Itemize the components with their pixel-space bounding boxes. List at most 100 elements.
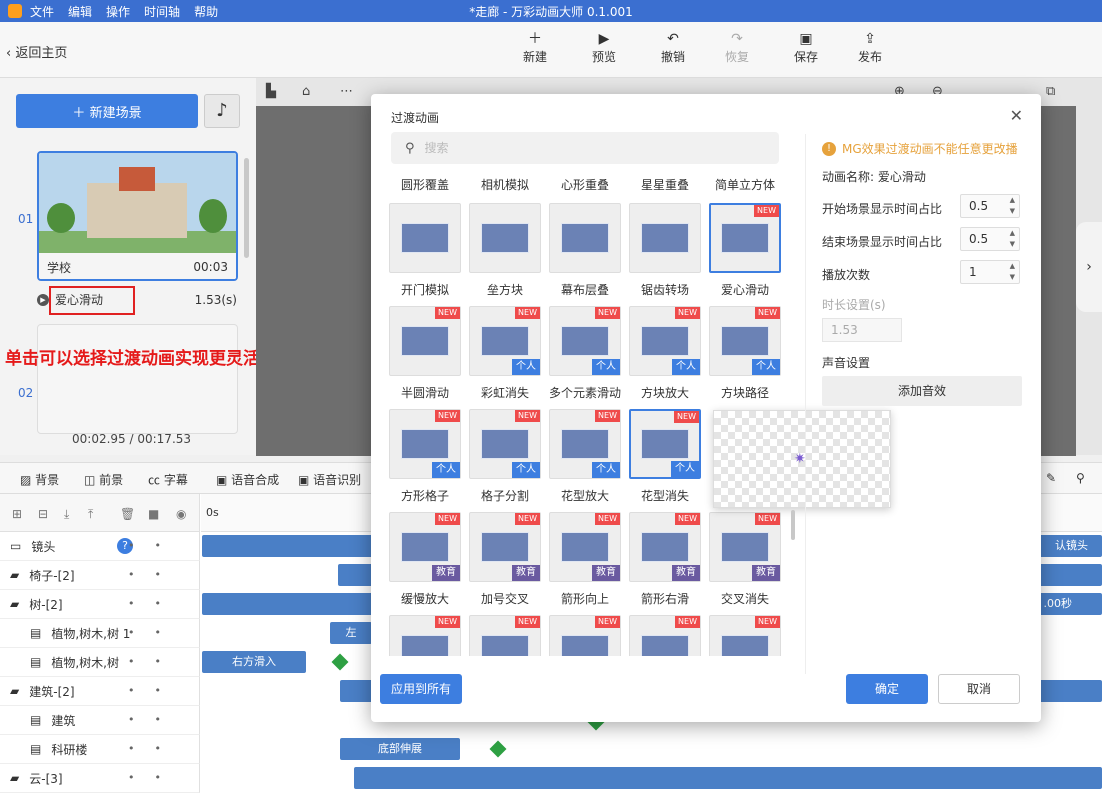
play-count-stepper[interactable]: 1 ▲ ▼ xyxy=(960,260,1020,284)
transition-item[interactable]: NEW 教育 加号交叉 xyxy=(469,512,541,607)
transition-item[interactable]: NEW 个人 方块路径 xyxy=(709,306,781,401)
stepper-arrows-icon[interactable]: ▲ ▼ xyxy=(1010,228,1015,250)
transition-thumbnail[interactable]: NEW xyxy=(709,203,781,273)
scene-card-2[interactable] xyxy=(37,324,238,434)
transition-thumbnail[interactable] xyxy=(469,203,541,273)
transition-thumbnail[interactable]: NEW xyxy=(469,615,541,656)
transition-thumbnail[interactable]: NEW 个人 xyxy=(549,409,621,479)
transition-item[interactable]: NEW xyxy=(389,615,461,656)
add-folder-icon[interactable]: ⊞ xyxy=(12,507,22,521)
menu-edit[interactable]: 编辑 xyxy=(68,3,92,20)
scene-card-1[interactable]: 学校 00:03 xyxy=(37,151,238,281)
transition-item[interactable]: NEW 教育 箭形向上 xyxy=(549,512,621,607)
search-box[interactable]: ⚲ xyxy=(391,132,779,164)
transition-item[interactable]: NEW 爱心滑动 xyxy=(709,203,781,298)
tab-asr[interactable]: ▣ 语音识别 xyxy=(298,471,361,488)
transition-thumbnail[interactable]: NEW 个人 xyxy=(629,409,701,479)
close-icon[interactable]: ✕ xyxy=(1010,106,1023,125)
music-icon[interactable]: ♪ xyxy=(204,94,240,128)
transition-thumbnail[interactable]: NEW 教育 xyxy=(549,512,621,582)
menu-help[interactable]: 帮助 xyxy=(194,3,218,20)
track-row[interactable]: ▰ 椅子-[2] •• xyxy=(0,561,200,590)
transition-thumbnail[interactable] xyxy=(629,203,701,273)
menu-timeline[interactable]: 时间轴 xyxy=(144,3,180,20)
cancel-button[interactable]: 取消 xyxy=(938,674,1020,704)
timeline-bar[interactable]: 右方滑入 xyxy=(202,651,306,673)
transition-item[interactable]: NEW 个人 花型消失 xyxy=(629,409,701,504)
transition-thumbnail[interactable]: NEW xyxy=(709,615,781,656)
save-button[interactable]: ▣ 保存 xyxy=(786,30,826,65)
transition-item[interactable]: NEW 个人 彩虹消失 xyxy=(469,306,541,401)
new-folder-icon[interactable]: ⊟ xyxy=(38,507,48,521)
transition-item[interactable]: 锯齿转场 xyxy=(629,203,701,298)
transition-item[interactable]: NEW 个人 方形格子 xyxy=(389,409,461,504)
tab-tts[interactable]: ▣ 语音合成 xyxy=(216,471,279,488)
transition-thumbnail[interactable]: NEW 个人 xyxy=(469,409,541,479)
transition-thumbnail[interactable]: NEW 教育 xyxy=(709,512,781,582)
transition-thumbnail[interactable]: NEW 个人 xyxy=(709,306,781,376)
transition-item[interactable]: NEW xyxy=(549,615,621,656)
transition-thumbnail[interactable]: NEW 个人 xyxy=(469,306,541,376)
keyframe-marker[interactable] xyxy=(331,653,349,671)
track-row[interactable]: ▤ 植物,树木,树 1 •• xyxy=(0,619,200,648)
copy-icon[interactable]: ⧉ xyxy=(1046,84,1055,99)
move-up-icon[interactable]: ⤒ xyxy=(88,507,93,522)
transition-thumbnail[interactable]: NEW 教育 xyxy=(389,512,461,582)
search-input[interactable] xyxy=(424,141,725,155)
move-down-icon[interactable]: ⤓ xyxy=(64,507,69,522)
transition-item[interactable]: NEW 半圆滑动 xyxy=(389,306,461,401)
transition-thumbnail[interactable]: NEW 个人 xyxy=(549,306,621,376)
transition-item[interactable]: NEW xyxy=(709,615,781,656)
align-icon[interactable]: ▙ xyxy=(266,84,276,99)
tab-subtitle[interactable]: ㏄ 字幕 xyxy=(148,471,188,488)
transition-item[interactable]: NEW 教育 缓慢放大 xyxy=(389,512,461,607)
tab-foreground[interactable]: ◫ 前景 xyxy=(84,471,123,488)
scene-scrollbar[interactable] xyxy=(244,158,249,258)
timeline-bar[interactable]: 左 xyxy=(330,622,372,644)
transition-item[interactable]: 开门模拟 xyxy=(389,203,461,298)
transition-item[interactable]: 垒方块 xyxy=(469,203,541,298)
transition-item[interactable]: NEW 个人 格子分割 xyxy=(469,409,541,504)
transition-item[interactable]: NEW 个人 多个元素滑动 xyxy=(549,306,621,401)
transition-thumbnail[interactable] xyxy=(389,203,461,273)
track-row[interactable]: ▰ 云-[3] •• xyxy=(0,764,200,793)
track-row[interactable]: ▰ 建筑-[2] •• xyxy=(0,677,200,706)
delete-icon[interactable]: 🗑 xyxy=(120,507,135,521)
add-sound-button[interactable]: 添加音效 xyxy=(822,376,1022,406)
eye-icon[interactable]: ◉ xyxy=(176,507,186,521)
menu-file[interactable]: 文件 xyxy=(30,3,54,20)
end-ratio-stepper[interactable]: 0.5 ▲ ▼ xyxy=(960,227,1020,251)
publish-button[interactable]: ⇪ 发布 xyxy=(850,30,890,65)
transition-item[interactable]: NEW xyxy=(629,615,701,656)
transition-item[interactable]: NEW 个人 方块放大 xyxy=(629,306,701,401)
transition-thumbnail[interactable]: NEW xyxy=(389,615,461,656)
redo-button[interactable]: ↷ 恢复 xyxy=(717,30,757,65)
track-row[interactable]: ▰ 树-[2] •• xyxy=(0,590,200,619)
chevron-right-icon[interactable]: › xyxy=(1076,222,1102,312)
transition-thumbnail[interactable]: NEW 个人 xyxy=(389,409,461,479)
start-ratio-stepper[interactable]: 0.5 ▲ ▼ xyxy=(960,194,1020,218)
lock-icon[interactable]: ■ xyxy=(148,507,159,521)
transition-thumbnail[interactable]: NEW xyxy=(629,615,701,656)
transition-thumbnail[interactable]: NEW 教育 xyxy=(469,512,541,582)
stepper-arrows-icon[interactable]: ▲ ▼ xyxy=(1010,195,1015,217)
stepper-arrows-icon[interactable]: ▲ ▼ xyxy=(1010,261,1015,283)
transition-item[interactable]: 幕布层叠 xyxy=(549,203,621,298)
grid-scrollbar[interactable] xyxy=(791,510,795,540)
transition-thumbnail[interactable] xyxy=(549,203,621,273)
track-row[interactable]: ▤ 建筑 •• xyxy=(0,706,200,735)
transition-item[interactable]: NEW 个人 花型放大 xyxy=(549,409,621,504)
transition-item[interactable]: NEW 教育 箭形右滑 xyxy=(629,512,701,607)
new-button[interactable]: ＋ 新建 xyxy=(515,30,555,65)
pin-icon[interactable]: ⚲ xyxy=(1076,471,1085,485)
keyframe-marker[interactable] xyxy=(489,740,507,758)
track-row[interactable]: ▤ 植物,树木,树 •• xyxy=(0,648,200,677)
ok-button[interactable]: 确定 xyxy=(846,674,928,704)
transition-thumbnail[interactable]: NEW xyxy=(389,306,461,376)
track-row[interactable]: ▤ 科研楼 •• xyxy=(0,735,200,764)
more-icon[interactable]: ⋯ xyxy=(340,84,353,99)
transition-item[interactable]: NEW 教育 交叉消失 xyxy=(709,512,781,607)
undo-button[interactable]: ↶ 撤销 xyxy=(653,30,693,65)
transition-thumbnail[interactable]: NEW xyxy=(549,615,621,656)
apply-all-button[interactable]: 应用到所有 xyxy=(380,674,462,704)
